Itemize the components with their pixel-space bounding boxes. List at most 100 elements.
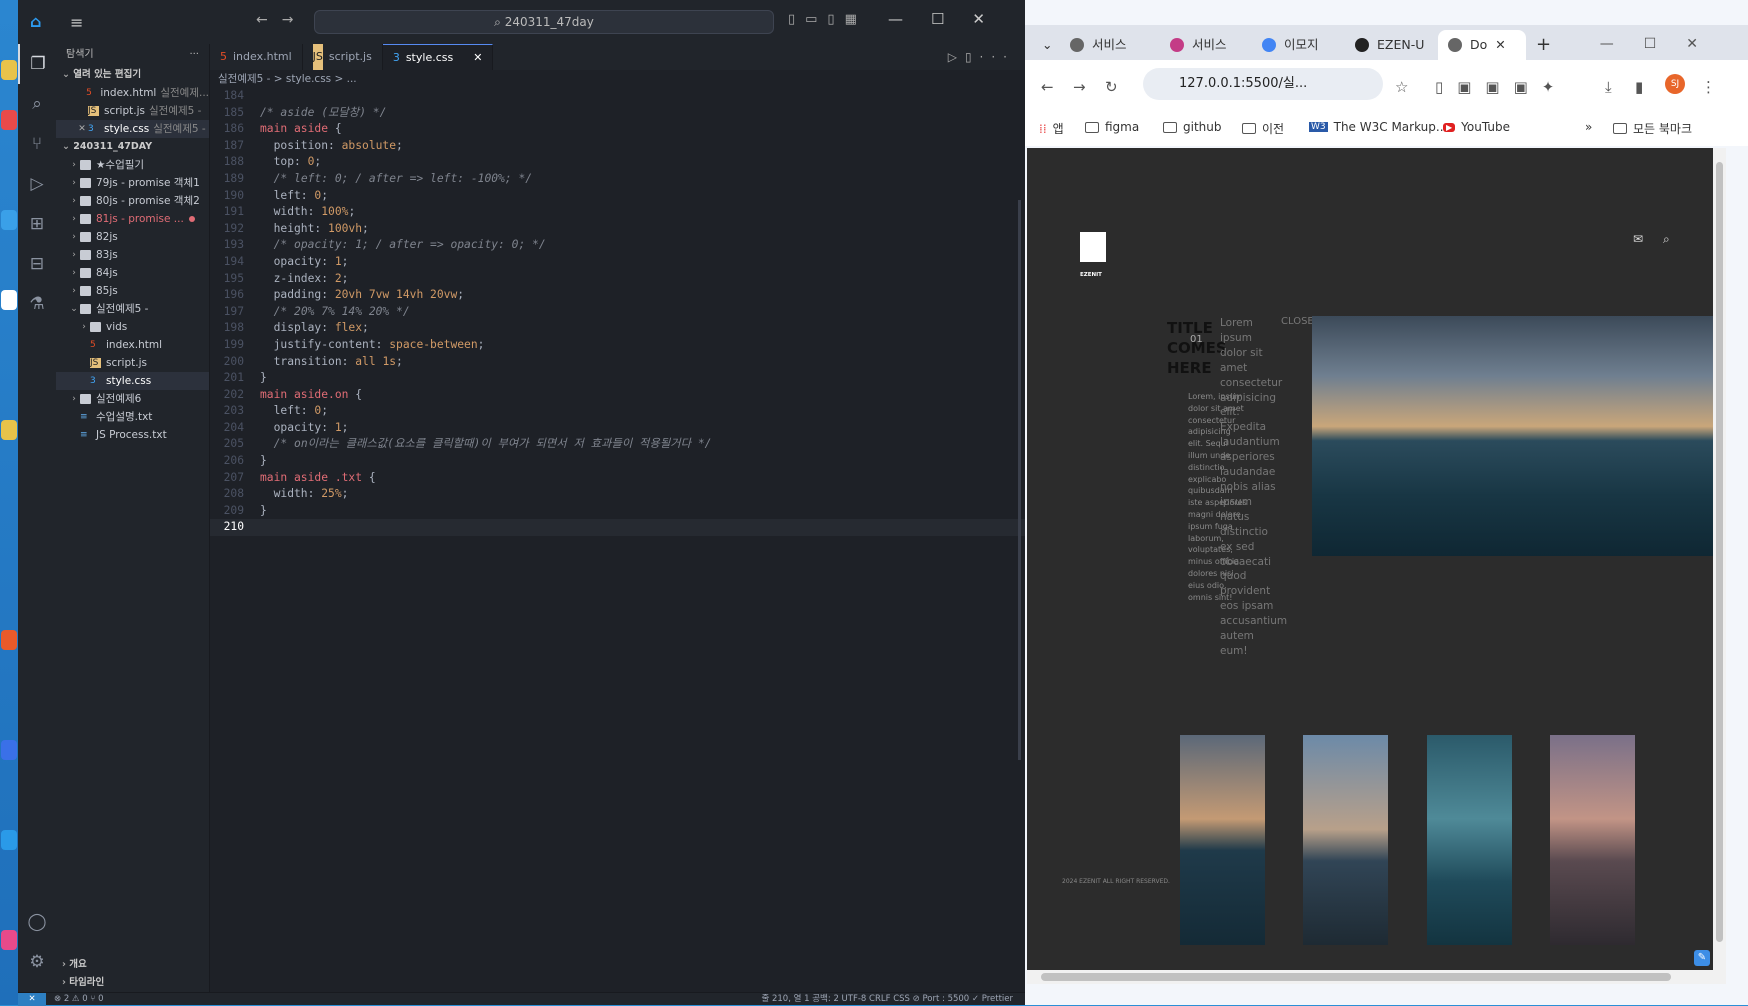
browser-tab[interactable]: 서비스 xyxy=(1160,30,1252,60)
code-line[interactable]: 207 main aside .txt { xyxy=(210,470,1025,487)
account-icon[interactable]: ◯ xyxy=(18,902,56,942)
back-icon[interactable]: ← xyxy=(1041,78,1054,96)
tree-item[interactable]: › 81js - promise ... xyxy=(56,210,209,228)
bookmark-item[interactable]: ▶ YouTube xyxy=(1443,120,1510,134)
nav-arrows[interactable]: ←→ xyxy=(256,12,307,28)
thumbnail-1[interactable] xyxy=(1180,735,1265,945)
bookmark-star-icon[interactable]: ☆ xyxy=(1395,78,1408,96)
code-line[interactable]: 196 padding: 20vh 7vw 14vh 20vw; xyxy=(210,287,1025,304)
code-line[interactable]: 192 height: 100vh; xyxy=(210,221,1025,238)
tab-search-button[interactable]: ⌄ xyxy=(1032,30,1052,60)
desktop-icon[interactable] xyxy=(1,420,17,440)
side-panel-icon[interactable]: ▮ xyxy=(1635,78,1643,96)
code-line[interactable]: 200 transition: all 1s; xyxy=(210,354,1025,371)
tree-item[interactable]: 3 style.css xyxy=(56,372,209,390)
outline-header[interactable]: 개요 xyxy=(69,959,86,970)
extensions-icon[interactable]: ⊞ xyxy=(18,204,56,244)
desktop-icon[interactable] xyxy=(1,290,17,310)
code-line[interactable]: 193 /* opacity: 1; / after => opacity: 0… xyxy=(210,237,1025,254)
tree-item[interactable]: 5 index.html xyxy=(56,336,209,354)
thumbnail-3[interactable] xyxy=(1427,735,1512,945)
menu-icon[interactable]: ≡ xyxy=(70,13,83,32)
chrome-window-controls[interactable]: —☐✕ xyxy=(1600,36,1728,52)
extension-icons[interactable]: ▯▣▣▣✦ xyxy=(1435,78,1568,96)
code-line[interactable]: 188 top: 0; xyxy=(210,154,1025,171)
code-line[interactable]: 195 z-index: 2; xyxy=(210,271,1025,288)
editor-status[interactable]: 줄 210, 열 1 공백: 2 UTF-8 CRLF CSS ⊘ Port :… xyxy=(761,993,1013,1005)
avatar[interactable]: SJ xyxy=(1665,74,1685,94)
code-line[interactable]: 184 xyxy=(210,88,1025,105)
thumbnail-4[interactable] xyxy=(1550,735,1635,945)
tab-html[interactable]: 5 index.html xyxy=(210,44,303,70)
edit-fab-icon[interactable]: ✎ xyxy=(1694,950,1710,966)
code-line[interactable]: 186 main aside { xyxy=(210,121,1025,138)
desktop-icon[interactable] xyxy=(1,830,17,850)
vertical-scrollbar[interactable] xyxy=(1713,148,1726,970)
desktop-icon[interactable] xyxy=(1,60,17,80)
tree-item[interactable]: › vids xyxy=(56,318,209,336)
browser-tab[interactable]: EZEN-U xyxy=(1345,30,1437,60)
desktop-icon[interactable] xyxy=(1,740,17,760)
bookmark-item[interactable]: github xyxy=(1163,120,1221,134)
code-line[interactable]: 187 position: absolute; xyxy=(210,138,1025,155)
open-editors-header[interactable]: 열려 있는 편집기 xyxy=(73,69,141,80)
code-line[interactable]: 191 width: 100%; xyxy=(210,204,1025,221)
remote-indicator[interactable]: ✕ xyxy=(18,993,46,1006)
desktop-icon[interactable] xyxy=(1,110,17,130)
tree-item[interactable]: › 83js xyxy=(56,246,209,264)
code-line[interactable]: 190 left: 0; xyxy=(210,188,1025,205)
close-icon[interactable]: ✕ xyxy=(473,45,482,71)
code-line[interactable]: 203 left: 0; xyxy=(210,403,1025,420)
tab-js[interactable]: JS script.js xyxy=(303,44,383,70)
desktop-icon[interactable] xyxy=(1,930,17,950)
run-debug-icon[interactable]: ▷ xyxy=(18,164,56,204)
layout-controls[interactable]: ▯▭▯▦ xyxy=(788,12,867,27)
tree-item[interactable]: › 80js - promise 객체2 xyxy=(56,192,209,210)
tree-item[interactable]: › ★수업필기 xyxy=(56,156,209,174)
close-button[interactable]: CLOSE xyxy=(1281,316,1314,327)
breadcrumb[interactable]: 실전예제5 - > style.css > ... xyxy=(218,70,357,88)
bookmark-item[interactable]: 이전 xyxy=(1242,120,1284,137)
source-control-icon[interactable]: ⑂ xyxy=(18,124,56,164)
code-line[interactable]: 185 /* aside (모달창) */ xyxy=(210,105,1025,122)
code-line[interactable]: 204 opacity: 1; xyxy=(210,420,1025,437)
tree-item[interactable]: › 79js - promise 객체1 xyxy=(56,174,209,192)
thumbnail-2[interactable] xyxy=(1303,735,1388,945)
code-line[interactable]: 202 main aside.on { xyxy=(210,387,1025,404)
code-line[interactable]: 205 /* on이라는 클래스값(요소를 클릭할때)이 부여가 되면서 저 효… xyxy=(210,436,1025,453)
tree-item[interactable]: ≡ JS Process.txt xyxy=(56,426,209,444)
editor-actions[interactable]: ▷▯··· xyxy=(948,44,1025,70)
download-icon[interactable]: ⤓ xyxy=(1605,78,1612,96)
desktop-icon[interactable] xyxy=(1,630,17,650)
code-line[interactable]: 198 display: flex; xyxy=(210,320,1025,337)
search-icon[interactable]: ⌕ xyxy=(18,84,56,124)
tab-css[interactable]: 3 style.css ✕ xyxy=(382,44,494,71)
bookmark-item[interactable]: 모든 북마크 xyxy=(1613,120,1692,137)
code-line[interactable]: 199 justify-content: space-between; xyxy=(210,337,1025,354)
reload-icon[interactable]: ↻ xyxy=(1105,78,1118,96)
command-center-search[interactable]: ⌕ 240311_47day xyxy=(314,10,774,34)
open-editor-item[interactable]: 5 index.html 실전예제... xyxy=(56,84,209,102)
chrome-menu-icon[interactable]: ⋮ xyxy=(1701,78,1716,96)
bookmark-item[interactable]: W3 The W3C Markup... xyxy=(1309,120,1447,134)
browser-tab[interactable]: 이모지 xyxy=(1252,30,1344,60)
remote-icon[interactable]: ⊟ xyxy=(18,244,56,284)
tree-item[interactable]: ⌄ 실전예제5 - xyxy=(56,300,209,318)
gear-icon[interactable]: ⚙ xyxy=(18,942,56,982)
code-line[interactable]: 206} xyxy=(210,453,1025,470)
timeline-header[interactable]: 타임라인 xyxy=(69,977,104,988)
open-editor-item[interactable]: JS script.js 실전예제5 - xyxy=(56,102,209,120)
explorer-icon[interactable]: ❐ xyxy=(18,44,56,84)
browser-tab[interactable]: Do ✕ xyxy=(1438,30,1526,60)
forward-icon[interactable]: → xyxy=(1073,78,1086,96)
testing-icon[interactable]: ⚗ xyxy=(18,284,56,324)
code-editor[interactable]: 184 185/* aside (모달창) */186 main aside {18… xyxy=(210,88,1025,980)
bookmark-item[interactable]: ⁞⁞ 앱 xyxy=(1039,120,1064,137)
tree-item[interactable]: ≡ 수업설명.txt xyxy=(56,408,209,426)
code-line[interactable]: 197 /* 20% 7% 14% 20% */ xyxy=(210,304,1025,321)
bookmark-item[interactable]: figma xyxy=(1085,120,1139,134)
code-line[interactable]: 208 width: 25%; xyxy=(210,486,1025,503)
tree-item[interactable]: › 82js xyxy=(56,228,209,246)
horizontal-scrollbar[interactable] xyxy=(1027,970,1726,984)
code-line[interactable]: 194 opacity: 1; xyxy=(210,254,1025,271)
